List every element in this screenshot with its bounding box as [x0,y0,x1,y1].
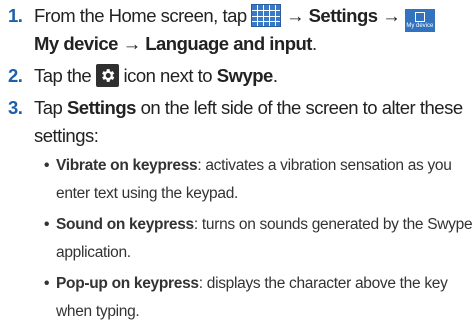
my-device-icon: My device [404,9,435,32]
step-text: icon next to [123,65,213,86]
step-text: on the left side of the screen to alter … [140,97,464,118]
bullet-text: : displays the character above the key [198,275,448,292]
bullet-text: enter text using the keypad. [56,185,239,202]
bullet-text: application. [56,244,131,261]
step-number: 2. [8,65,23,86]
gear-icon [95,64,119,87]
bullet-term: Vibrate on keypress [56,157,198,174]
period: . [272,65,278,86]
swype-label: Swype [216,65,274,86]
settings-label: Settings [308,5,378,26]
bullet-text: : turns on sounds generated by the Swype [193,216,473,233]
step-number: 1. [8,5,23,26]
bullet-term: Sound on keypress [56,216,194,233]
step-text: Tap the [34,65,92,86]
arrow-icon: → [382,5,401,26]
step-1: 1. From the Home screen, tap → Settings →… [8,2,435,32]
list-item: Sound on keypress: turns on sounds gener… [44,211,473,267]
arrow-icon: → [285,5,305,26]
step-3: 3. Tap Settings on the left side of the s… [8,94,463,122]
list-item: Vibrate on keypress: activates a vibrati… [44,152,472,208]
settings-bullet-list: Vibrate on keypress: activates a vibrati… [44,152,473,329]
step-1-continued: My device → Language and input. [8,30,317,58]
step-text: From the Home screen, tap [34,5,247,26]
apps-grid-icon [251,4,282,27]
bullet-text: : activates a vibration sensation as you [197,157,452,174]
step-3-continued: settings: [8,122,99,150]
list-item: Pop-up on keypress: displays the charact… [44,270,472,326]
step-text: Tap [34,97,63,118]
step-2: 2. Tap the icon next to Swype. [8,62,278,90]
settings-label: Settings [66,97,136,118]
bullet-term: Pop-up on keypress [56,275,199,292]
step-text: settings: [34,125,99,146]
bullet-text: when typing. [56,303,140,320]
menu-path: My device → Language and input [34,33,312,54]
period: . [311,33,317,54]
my-device-icon-label: My device [406,23,434,29]
step-number: 3. [8,97,23,118]
